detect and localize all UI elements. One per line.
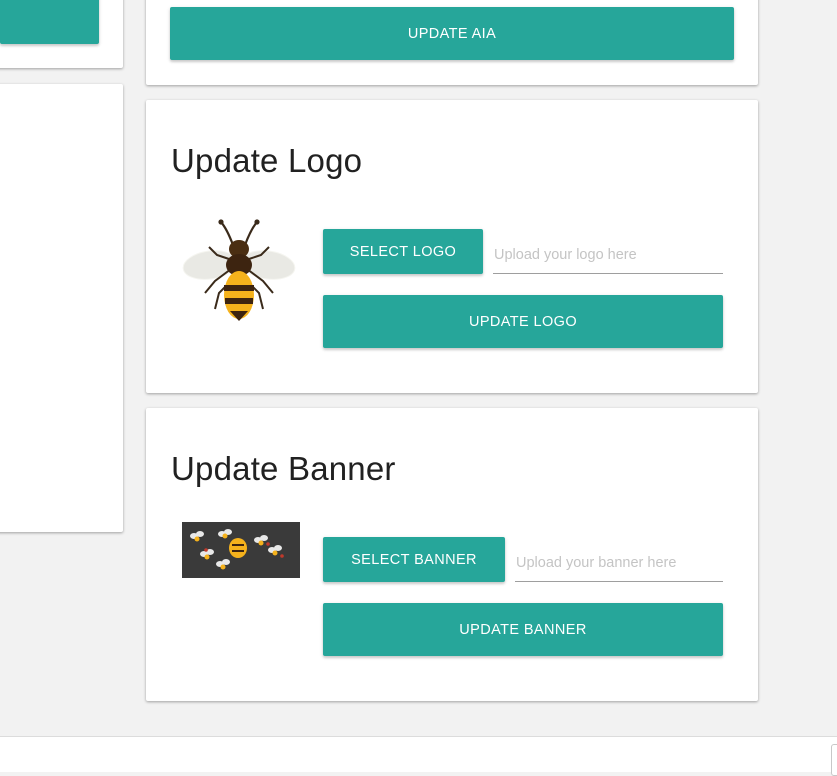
bees-hive-icon	[190, 529, 284, 570]
bee-icon	[182, 219, 296, 321]
bottom-bar	[0, 736, 837, 772]
update-logo-title: Update Logo	[171, 142, 363, 179]
update-banner-title: Update Banner	[171, 450, 396, 487]
left-card-button[interactable]	[0, 0, 99, 44]
update-banner-card: Update Banner SELECT BANNER Upload your …	[146, 408, 758, 701]
update-logo-button[interactable]: UPDATE LOGO	[323, 295, 723, 348]
update-banner-button[interactable]: UPDATE BANNER	[323, 603, 723, 656]
update-logo-card: Update Logo SELECT LOGO Upload your logo…	[146, 100, 758, 393]
banner-file-path-field[interactable]	[515, 544, 723, 582]
bottom-corner-control[interactable]	[831, 744, 837, 776]
logo-preview-image	[181, 219, 297, 325]
logo-file-path-field[interactable]	[493, 236, 723, 274]
left-side-card	[0, 84, 123, 532]
update-aia-button[interactable]: UPDATE AIA	[170, 7, 734, 60]
select-logo-button[interactable]: SELECT LOGO	[323, 229, 483, 274]
left-top-card	[0, 0, 123, 68]
select-banner-button[interactable]: SELECT BANNER	[323, 537, 505, 582]
update-aia-card: UPDATE AIA	[146, 0, 758, 85]
banner-preview-image	[182, 522, 300, 578]
